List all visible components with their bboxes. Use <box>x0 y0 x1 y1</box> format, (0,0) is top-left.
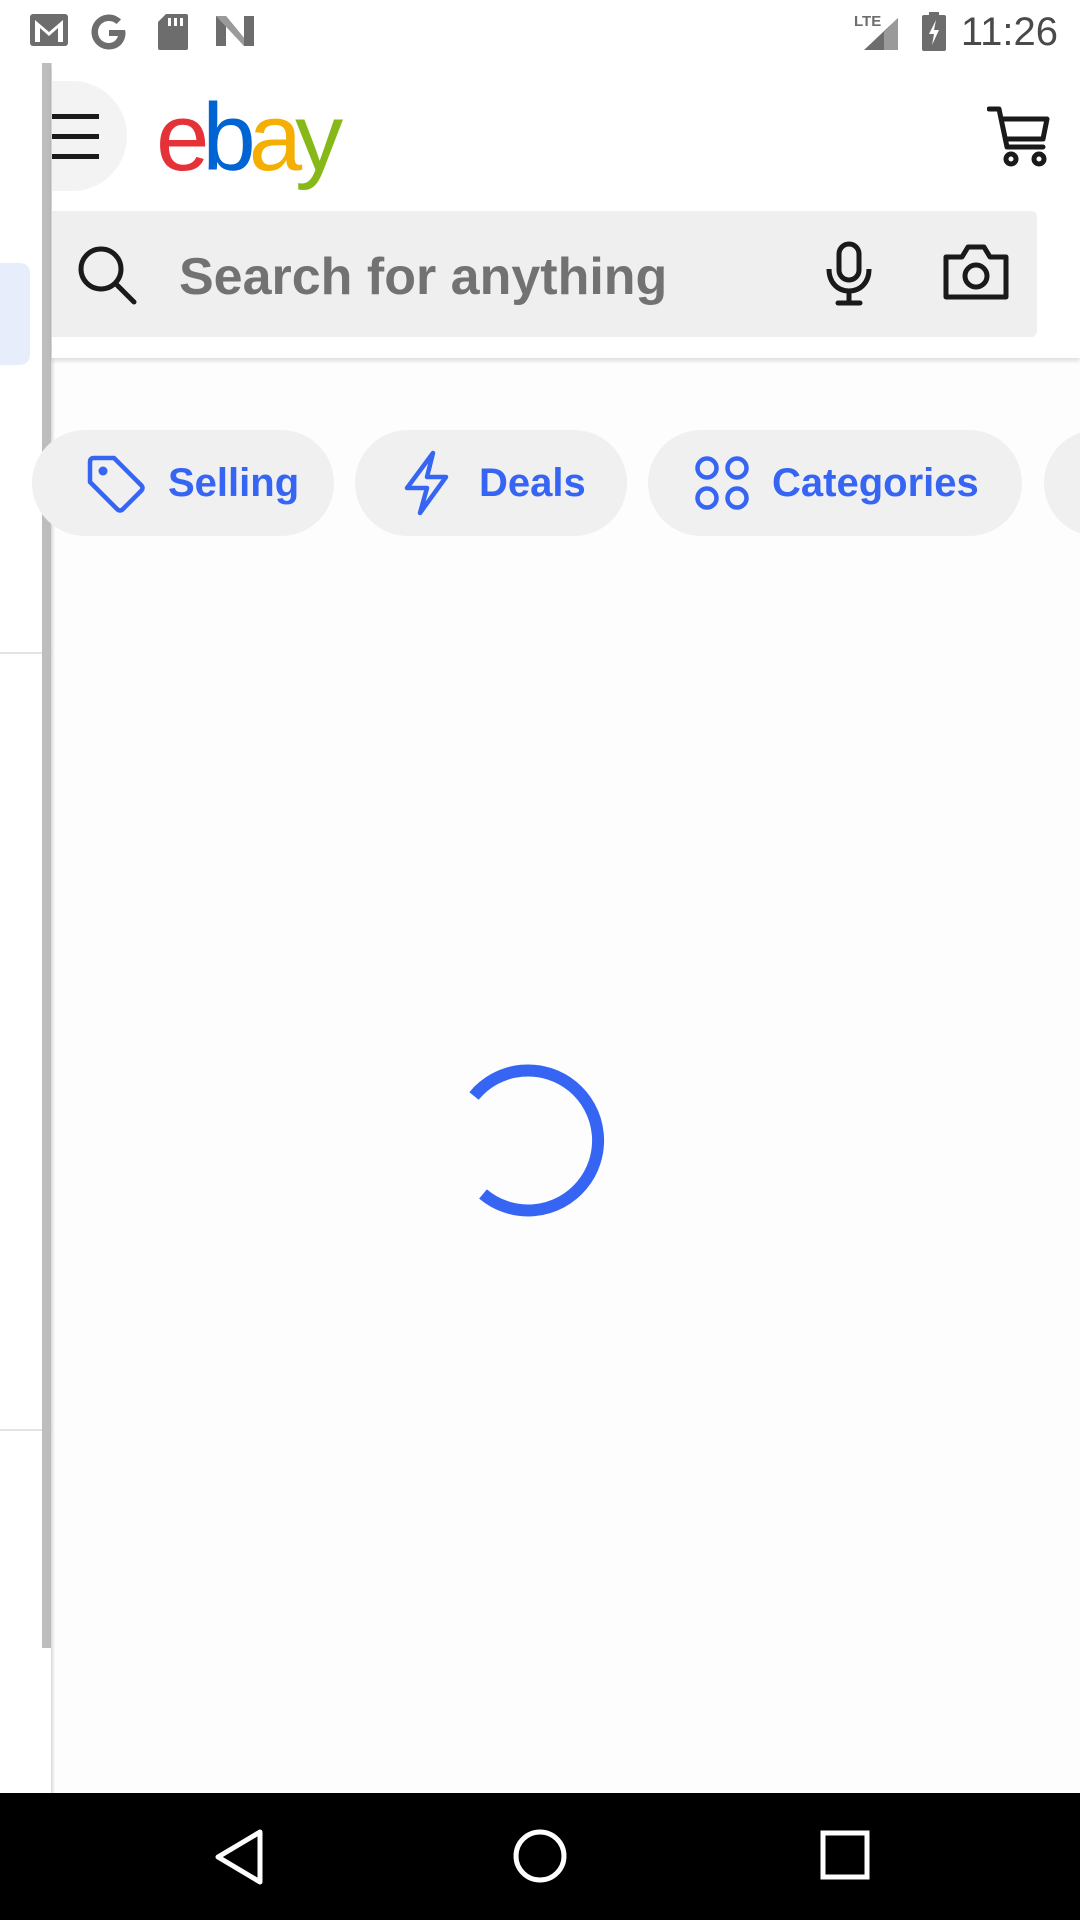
back-icon[interactable] <box>210 1826 274 1888</box>
drawer-scrollbar[interactable] <box>42 63 51 1648</box>
system-navigation-bar <box>0 1793 1080 1920</box>
search-icon <box>78 246 137 305</box>
home-icon[interactable] <box>510 1826 570 1886</box>
chip-label: Deals <box>479 460 586 505</box>
status-time: 11:26 <box>960 10 1058 54</box>
google-icon <box>91 14 126 50</box>
ebay-logo[interactable]: ebay <box>156 83 343 193</box>
shopping-cart-icon <box>986 106 1050 167</box>
search-input[interactable]: Search for anything <box>179 247 667 307</box>
chip-selling[interactable]: Selling <box>32 430 334 536</box>
sd-card-icon <box>158 14 188 50</box>
app-header: ebay Search for anything <box>52 63 1080 358</box>
screen: LTE 11:26 ebay Search for anything Selli… <box>0 0 1080 1920</box>
n-app-icon <box>216 16 254 46</box>
lte-signal-icon: LTE <box>854 13 898 50</box>
logo-letter-b: b <box>202 84 255 191</box>
lightning-icon <box>404 450 449 516</box>
microphone-icon[interactable] <box>824 241 874 307</box>
battery-charging-icon <box>922 12 946 51</box>
logo-letter-y: y <box>295 84 343 191</box>
spinner-icon <box>469 1064 605 1217</box>
cart-button[interactable] <box>986 103 1053 174</box>
recent-apps-icon[interactable] <box>818 1826 874 1884</box>
tag-icon <box>87 455 145 513</box>
logo-letter-a: a <box>248 84 302 191</box>
chip-label: Categories <box>772 460 979 505</box>
chip-deals[interactable]: Deals <box>355 430 627 536</box>
gmail-icon <box>30 14 68 46</box>
chip-label: Selling <box>168 460 300 505</box>
chip-more-partial[interactable] <box>1044 430 1080 536</box>
logo-letter-e: e <box>156 84 209 191</box>
status-bar: LTE 11:26 <box>0 0 1080 63</box>
hamburger-menu-icon <box>52 114 99 159</box>
svg-text:LTE: LTE <box>854 13 881 30</box>
quick-links-chips: Selling Deals Categories <box>32 430 1080 536</box>
grid-circles-icon <box>695 456 749 510</box>
search-bar[interactable]: Search for anything <box>52 211 1037 337</box>
menu-button[interactable] <box>52 81 127 191</box>
drawer-selected-item[interactable] <box>0 263 30 365</box>
camera-icon[interactable] <box>942 243 1010 301</box>
chip-categories[interactable]: Categories <box>648 430 1022 536</box>
